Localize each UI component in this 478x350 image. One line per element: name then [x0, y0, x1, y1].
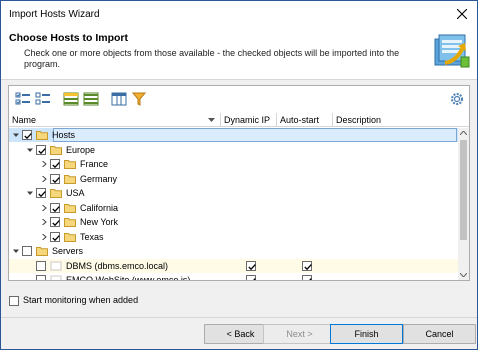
tree-row-label: DBMS (dbms.emco.local): [66, 260, 169, 271]
tree-row-checkbox[interactable]: [36, 275, 46, 280]
scroll-thumb[interactable]: [460, 140, 467, 240]
close-icon: [457, 9, 467, 19]
tree-row-label: Hosts: [52, 130, 76, 140]
tree-row-label: New York: [80, 217, 119, 227]
column-name[interactable]: Name: [9, 113, 221, 127]
expand-all-icon[interactable]: [63, 91, 79, 107]
sort-ascending-icon: [208, 118, 215, 122]
scroll-up-icon[interactable]: [460, 131, 467, 135]
start-monitoring-label: Start monitoring when added: [23, 295, 139, 305]
folder-icon: [64, 218, 76, 227]
tree-row-label: Texas: [80, 231, 104, 242]
tree-toolbar: [9, 86, 469, 112]
vertical-scrollbar[interactable]: [458, 128, 469, 280]
folder-icon: [36, 247, 48, 256]
folder-icon: [50, 145, 62, 155]
wizard-header: Choose Hosts to Import Check one or more…: [1, 27, 477, 79]
column-chooser-icon[interactable]: [111, 91, 127, 107]
tree-row-label: Servers: [52, 246, 84, 256]
column-dynamic-ip[interactable]: Dynamic IP: [221, 113, 277, 127]
tree-row-checkbox[interactable]: [50, 159, 60, 169]
column-header-row: Name Dynamic IP Auto-start Description: [9, 113, 469, 127]
collapsed-arrow-icon[interactable]: [41, 175, 47, 182]
folder-icon: [64, 203, 76, 213]
tree-row-label: California: [80, 202, 119, 213]
expanded-arrow-icon[interactable]: [13, 248, 19, 254]
tree-row[interactable]: France: [9, 157, 458, 171]
tree-row-label: EMCO WebSite (www.emco.is): [66, 275, 191, 280]
tree-row-label: Germany: [80, 173, 118, 184]
tree-row-checkbox[interactable]: [50, 202, 60, 213]
column-auto-start[interactable]: Auto-start: [277, 113, 333, 127]
auto-start-checkbox[interactable]: [302, 275, 312, 280]
page-title: Choose Hosts to Import: [9, 32, 129, 44]
expanded-arrow-icon[interactable]: [27, 147, 33, 153]
tree-row[interactable]: USA: [9, 186, 458, 200]
import-wizard-icon: [434, 34, 470, 68]
tree-row-checkbox[interactable]: [22, 130, 32, 140]
tree-row-label: France: [80, 159, 109, 169]
folder-icon: [36, 131, 48, 140]
expanded-arrow-icon[interactable]: [27, 190, 33, 196]
collapse-all-icon[interactable]: [83, 91, 99, 107]
tree-rows: Hosts Europe France Germany USA California New…: [9, 128, 458, 280]
wizard-body: Name Dynamic IP Auto-start Description H…: [1, 79, 477, 317]
hosts-tree-panel: Name Dynamic IP Auto-start Description H…: [8, 85, 470, 281]
collapsed-arrow-icon[interactable]: [41, 219, 47, 225]
tree-row-checkbox[interactable]: [22, 246, 32, 256]
wizard-footer: < Back Next > Finish Cancel: [1, 317, 477, 349]
tree-row[interactable]: DBMS (dbms.emco.local): [9, 258, 458, 273]
scroll-down-icon[interactable]: [460, 273, 467, 277]
folder-icon: [50, 189, 62, 198]
collapsed-arrow-icon[interactable]: [41, 204, 47, 211]
title-bar: Import Hosts Wizard: [1, 1, 477, 27]
tree-row-checkbox[interactable]: [50, 173, 60, 184]
selection-highlight: [53, 128, 457, 142]
close-button[interactable]: [447, 1, 477, 27]
tree-row-checkbox[interactable]: [36, 144, 46, 155]
tree-row[interactable]: California: [9, 201, 458, 215]
column-description[interactable]: Description: [333, 113, 469, 127]
tree-row-checkbox[interactable]: [36, 188, 46, 198]
collapsed-arrow-icon[interactable]: [41, 233, 47, 240]
folder-icon: [64, 160, 76, 169]
finish-button[interactable]: Finish: [330, 324, 403, 344]
gear-icon[interactable]: [449, 91, 465, 107]
tree-row[interactable]: Servers: [9, 244, 458, 258]
page-description: Check one or more objects from those ava…: [24, 48, 400, 69]
folder-icon: [64, 232, 76, 242]
tree-row-checkbox[interactable]: [50, 231, 60, 242]
window-title: Import Hosts Wizard: [9, 9, 100, 20]
dynamic-ip-checkbox[interactable]: [246, 275, 256, 280]
check-all-icon[interactable]: [15, 91, 31, 107]
host-icon: [50, 275, 62, 280]
tree-row[interactable]: Europe: [9, 143, 458, 157]
tree-row-label: USA: [66, 188, 85, 198]
tree-row-label: Europe: [66, 144, 96, 155]
tree-row[interactable]: Texas: [9, 230, 458, 244]
tree-row[interactable]: EMCO WebSite (www.emco.is): [9, 273, 458, 280]
cancel-button[interactable]: Cancel: [403, 324, 476, 344]
uncheck-all-icon[interactable]: [35, 91, 51, 107]
start-monitoring-checkbox[interactable]: [9, 296, 19, 306]
dynamic-ip-checkbox[interactable]: [246, 260, 256, 271]
tree-row[interactable]: New York: [9, 215, 458, 229]
folder-icon: [64, 174, 76, 184]
host-icon: [50, 261, 62, 270]
tree-row-checkbox[interactable]: [50, 217, 60, 227]
tree-row[interactable]: Hosts: [9, 128, 458, 142]
collapsed-arrow-icon[interactable]: [41, 161, 47, 167]
wizard-window: Import Hosts Wizard Choose Hosts to Impo…: [0, 0, 478, 350]
tree-row[interactable]: Germany: [9, 172, 458, 186]
auto-start-checkbox[interactable]: [302, 260, 312, 271]
expanded-arrow-icon[interactable]: [13, 132, 19, 138]
next-button[interactable]: Next >: [263, 324, 336, 344]
tree-row-checkbox[interactable]: [36, 260, 46, 271]
filter-icon[interactable]: [131, 91, 147, 107]
